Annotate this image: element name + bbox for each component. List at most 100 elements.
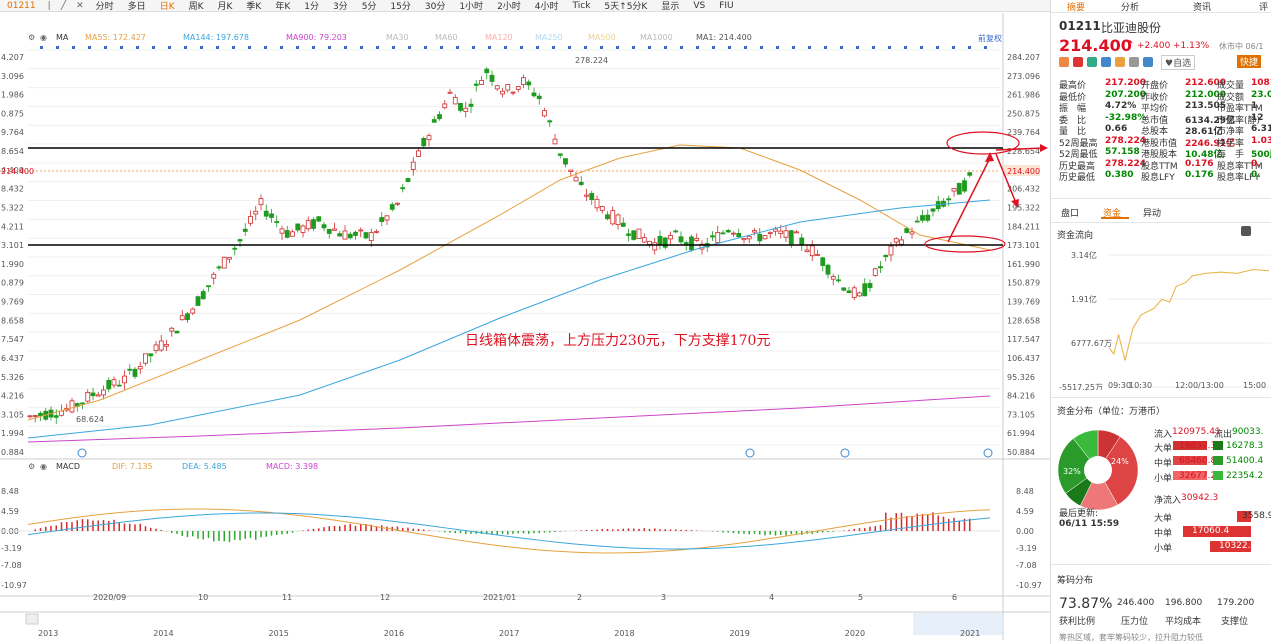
tab-summary[interactable]: 摘要 bbox=[1067, 0, 1085, 13]
period-3[interactable]: 周K bbox=[182, 0, 211, 11]
year-tick-label: 2016 bbox=[384, 629, 404, 638]
candle-down bbox=[316, 216, 322, 222]
period-16[interactable]: 5天↑5分K bbox=[597, 0, 654, 11]
period-12[interactable]: 1小时 bbox=[452, 0, 490, 11]
trade-icon[interactable] bbox=[1087, 57, 1097, 67]
time-range-selector[interactable] bbox=[913, 613, 1003, 635]
macd-legend: ⚙ ◉ MACD DIF: 7.135 DEA: 5.485 MACD: 3.3… bbox=[0, 462, 1040, 474]
candle-up bbox=[143, 353, 148, 364]
stock-name: 比亚迪股份 bbox=[1101, 21, 1162, 35]
quote-0-5: 1081. bbox=[1251, 78, 1271, 88]
candle-down bbox=[920, 215, 925, 221]
eye-icon[interactable]: ◉ bbox=[40, 33, 47, 42]
candle-up bbox=[815, 253, 820, 256]
toolbar-right-2[interactable]: FIU bbox=[712, 1, 740, 11]
eye-icon[interactable]: ◉ bbox=[40, 462, 47, 471]
period-1[interactable]: 多日 bbox=[121, 0, 153, 11]
event-marker bbox=[104, 46, 107, 49]
quote-8-1: 0.380 bbox=[1105, 170, 1134, 180]
period-6[interactable]: 年K bbox=[268, 0, 297, 11]
period-10[interactable]: 15分 bbox=[383, 0, 417, 11]
event-marker bbox=[312, 46, 315, 49]
toolbar-right-1[interactable]: VS bbox=[686, 1, 712, 11]
event-marker bbox=[280, 46, 283, 49]
price-tick-label: 73.105 bbox=[1007, 410, 1035, 419]
candle-down bbox=[431, 119, 437, 123]
candle-down bbox=[473, 83, 479, 86]
event-marker bbox=[216, 46, 219, 49]
quote-4-1: 0.66 bbox=[1105, 124, 1128, 134]
candle-down bbox=[458, 103, 463, 111]
period-5[interactable]: 季K bbox=[239, 0, 268, 11]
candle-down bbox=[904, 228, 910, 233]
dist-row-label: 小单 bbox=[1154, 474, 1173, 484]
quick-button[interactable]: 快捷 bbox=[1237, 55, 1262, 68]
tab-news[interactable]: 资讯 bbox=[1193, 0, 1211, 13]
candle-down bbox=[531, 92, 537, 97]
low-label: 68.624 bbox=[76, 415, 104, 424]
candle-down bbox=[484, 68, 490, 74]
period-8[interactable]: 3分 bbox=[326, 0, 355, 11]
candle-up bbox=[872, 268, 878, 276]
draw-icon[interactable]: ╱ bbox=[56, 1, 71, 11]
period-0[interactable]: 分时 bbox=[89, 0, 121, 11]
period-4[interactable]: 月K bbox=[211, 0, 240, 11]
bar-icon[interactable]: | bbox=[43, 1, 56, 11]
toolbar-right-0[interactable]: 显示 bbox=[654, 0, 686, 11]
adjust-button[interactable]: 前复权 bbox=[978, 33, 1002, 44]
ma500-label: MA500 bbox=[588, 33, 616, 42]
mail-icon[interactable] bbox=[1129, 57, 1139, 67]
alert-icon[interactable] bbox=[1073, 57, 1083, 67]
period-2[interactable]: 日K bbox=[153, 0, 182, 11]
note-icon[interactable] bbox=[1115, 57, 1125, 67]
candle-up bbox=[773, 228, 778, 232]
period-9[interactable]: 5分 bbox=[355, 0, 384, 11]
period-15[interactable]: Tick bbox=[566, 1, 598, 11]
ellipsis-button[interactable] bbox=[25, 613, 39, 625]
candle-up bbox=[447, 91, 453, 94]
candle-up bbox=[69, 400, 75, 413]
subtab-events[interactable]: 异动 bbox=[1143, 206, 1161, 219]
price-tick-label: 117.547 bbox=[1007, 335, 1040, 344]
flag-icon[interactable] bbox=[1059, 57, 1069, 67]
favorite-button[interactable]: ♥自选 bbox=[1161, 55, 1196, 70]
quote-7-5: 0. bbox=[1251, 158, 1261, 169]
market-status: 休市中 06/1 bbox=[1219, 42, 1264, 51]
event-marker bbox=[424, 46, 427, 49]
settings-icon[interactable]: ⚙ bbox=[28, 462, 35, 471]
period-7[interactable]: 1分 bbox=[297, 0, 326, 11]
share-icon[interactable] bbox=[1143, 57, 1153, 67]
period-14[interactable]: 4小时 bbox=[528, 0, 566, 11]
event-marker bbox=[888, 46, 891, 49]
cross-icon[interactable]: ✕ bbox=[71, 1, 89, 11]
date-tick-label: 10 bbox=[198, 593, 208, 602]
quote-1-1: 207.200 bbox=[1105, 89, 1146, 100]
lock-icon[interactable] bbox=[1241, 226, 1251, 236]
inflow-label: 流入 bbox=[1154, 430, 1173, 440]
outflow-bar bbox=[1213, 456, 1223, 465]
candle-down bbox=[326, 228, 332, 234]
candle-down bbox=[274, 221, 280, 223]
left-tick-label: 8.654 bbox=[1, 147, 24, 156]
period-13[interactable]: 2小时 bbox=[490, 0, 528, 11]
event-e-icon bbox=[745, 448, 755, 458]
tab-review[interactable]: 评 bbox=[1259, 0, 1268, 13]
candle-up bbox=[253, 210, 259, 215]
period-11[interactable]: 30分 bbox=[418, 0, 452, 11]
candle-down bbox=[295, 223, 301, 231]
macd-left-tick-label: -10.97 bbox=[1, 581, 27, 590]
tab-analysis[interactable]: 分析 bbox=[1121, 0, 1139, 13]
candle-down bbox=[557, 153, 563, 156]
candle-up bbox=[899, 239, 904, 245]
event-marker bbox=[152, 46, 155, 49]
candle-up bbox=[290, 231, 295, 237]
money-icon[interactable] bbox=[1101, 57, 1111, 67]
settings-icon[interactable]: ⚙ bbox=[28, 33, 35, 42]
candle-down bbox=[757, 233, 763, 242]
event-e-icon bbox=[77, 448, 87, 458]
subtab-orderbook[interactable]: 盘口 bbox=[1061, 206, 1079, 219]
candle-down bbox=[127, 368, 133, 371]
macd-tick-label: 4.59 bbox=[1016, 507, 1034, 516]
macd-dif-value: DIF: 7.135 bbox=[112, 462, 153, 471]
candle-down bbox=[662, 237, 668, 248]
